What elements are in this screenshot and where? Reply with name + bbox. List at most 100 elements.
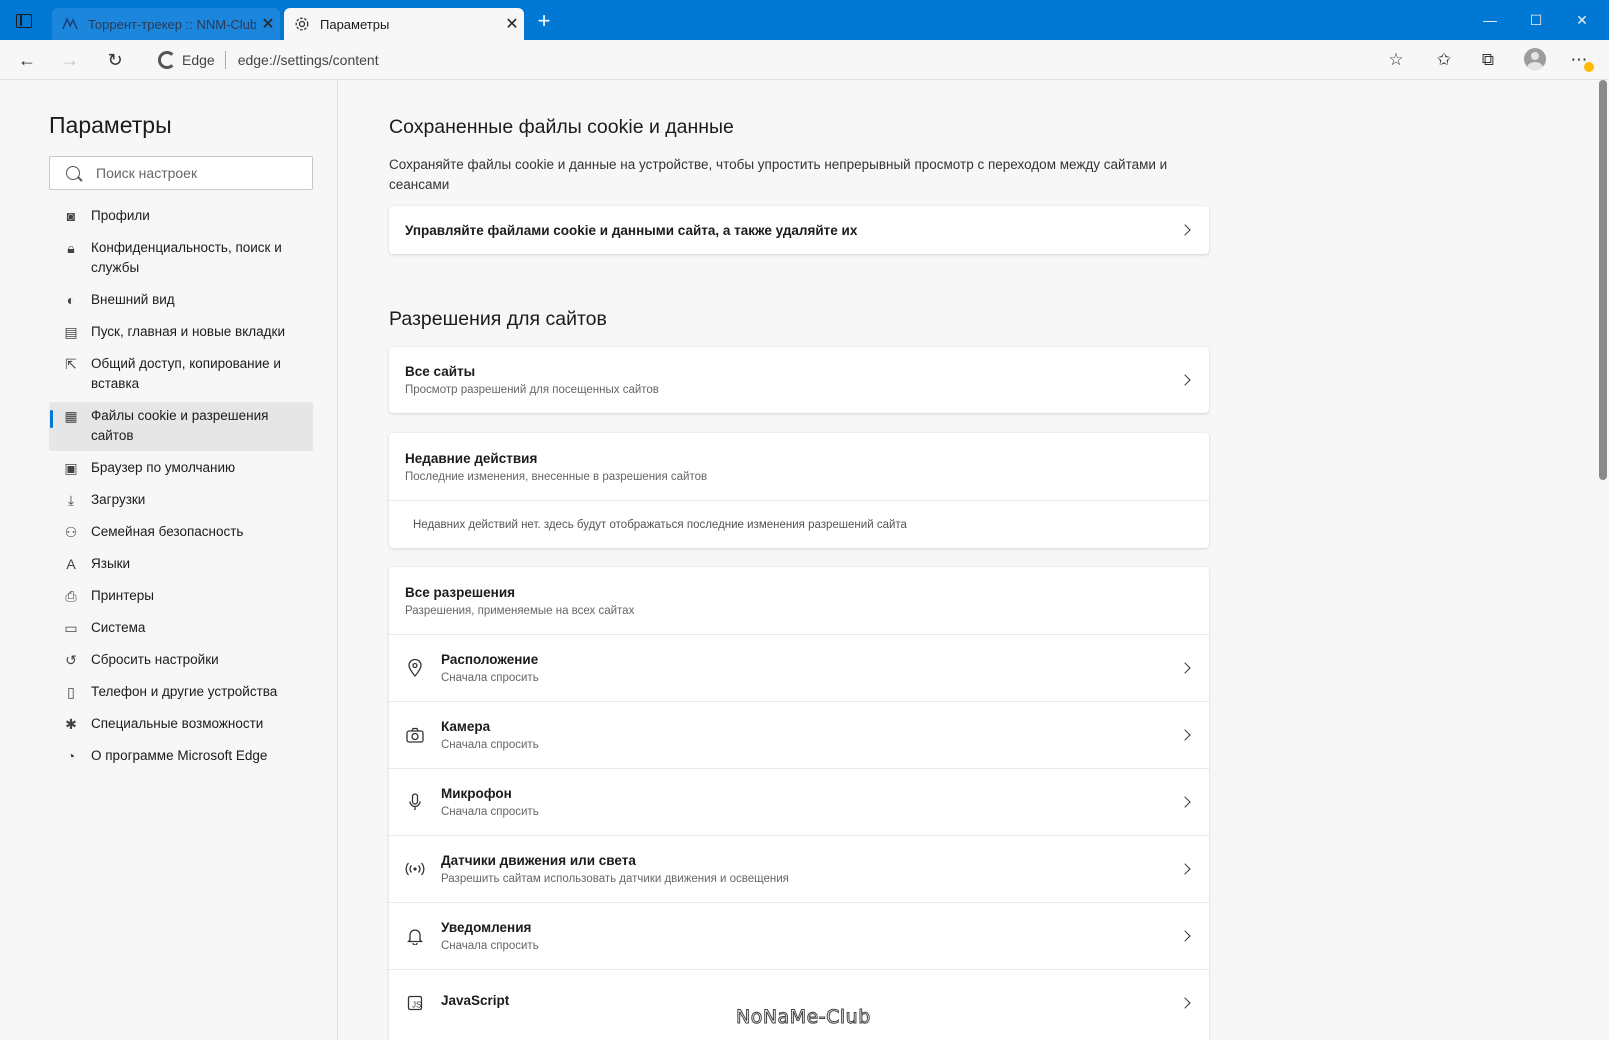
settings-search[interactable] [49,156,313,190]
sidebar-item-printers[interactable]: ⎙ Принтеры [49,582,313,611]
scrollbar-thumb[interactable] [1599,80,1607,480]
microphone-icon [405,792,425,812]
manage-cookies-row[interactable]: Управляйте файлами cookie и данными сайт… [389,206,1209,254]
sidebar-item-profiles[interactable]: ◙ Профили [49,202,313,231]
omnibox[interactable]: Edge edge://settings/content [146,45,1406,75]
lock-icon: 🔒︎ [67,240,75,256]
watermark: NoNaMe-Club [736,1006,871,1029]
forward-button[interactable]: → [56,46,84,74]
title-bar: Торрент-трекер :: NNM-Club ✕ Параметры ✕… [0,0,1609,40]
sidebar-item-privacy[interactable]: 🔒︎ Конфиденциальность, поиск и службы [49,234,313,283]
close-tab-icon[interactable]: ✕ [500,14,524,34]
back-button[interactable]: ← [13,46,41,74]
notification-badge [1584,62,1594,72]
sidebar-item-default-browser[interactable]: ▣ Браузер по умолчанию [49,454,313,483]
sidebar-item-accessibility[interactable]: ✱ Специальные возможности [49,710,313,739]
permission-subtitle: Сначала спросить [441,672,539,684]
location-icon [405,658,425,678]
phone-icon: ▯ [67,684,75,700]
permission-row-camera[interactable]: Камера Сначала спросить [389,701,1209,768]
permission-row-location[interactable]: Расположение Сначала спросить [389,634,1209,701]
collections-icon[interactable]: ⧉ [1474,46,1502,74]
divider [224,51,226,69]
cookies-section-description: Сохраняйте файлы cookie и данные на устр… [389,157,1168,192]
sidebar-item-label: Принтеры [91,588,154,603]
chevron-right-icon [1181,931,1191,941]
sidebar-item-label: Внешний вид [91,292,175,307]
sidebar-item-share-copy[interactable]: ⇱ Общий доступ, копирование и вставка [49,350,313,399]
sidebar-item-phone[interactable]: ▯ Телефон и другие устройства [49,678,313,707]
download-icon: ⤓ [67,492,75,508]
settings-sidebar: Параметры ◙ Профили 🔒︎ Конфиденциальност… [0,80,338,1040]
permission-row-sensors[interactable]: Датчики движения или света Разрешить сай… [389,835,1209,902]
cookie-permissions-icon: ▦ [64,408,78,424]
add-favorite-icon[interactable]: ☆ [1382,46,1410,74]
tab-settings[interactable]: Параметры ✕ [284,8,524,40]
permission-subtitle: Сначала спросить [441,940,539,952]
search-input[interactable] [96,165,296,181]
sidebar-item-label: Браузер по умолчанию [91,460,236,475]
sidebar-item-downloads[interactable]: ⤓ Загрузки [49,486,313,515]
family-icon: ⚇ [64,524,78,540]
sidebar-item-about[interactable]: ◔ О программе Microsoft Edge [49,742,313,771]
permissions-section-title: Разрешения для сайтов [389,308,607,330]
sidebar-item-label: Загрузки [91,492,146,507]
sidebar-item-languages[interactable]: A Языки [49,550,313,579]
close-tab-icon[interactable]: ✕ [256,14,280,34]
all-permissions-title: Все разрешения [405,584,515,600]
new-tab-button[interactable]: + [532,10,556,34]
palette-icon: ◐ [66,292,76,308]
sidebar-item-cookies-permissions[interactable]: ▦ Файлы cookie и разрешения сайтов [49,402,313,451]
permission-row-notifications[interactable]: Уведомления Сначала спросить [389,902,1209,969]
sidebar-item-label: Телефон и другие устройства [91,684,278,699]
sidebar-item-appearance[interactable]: ◐ Внешний вид [49,286,313,315]
all-permissions-header: Все разрешения Разрешения, применяемые н… [389,567,1209,634]
cookies-section-title: Сохраненные файлы cookie и данные [389,116,734,138]
all-sites-card[interactable]: Все сайты Просмотр разрешений для посеще… [389,347,1209,413]
permission-title: Камера [441,719,491,734]
sidebar-item-label: Языки [91,556,131,571]
recent-activity-empty-text: Недавних действий нет. здесь будут отобр… [413,518,907,531]
all-permissions-subtitle: Разрешения, применяемые на всех сайтах [405,604,635,617]
all-sites-row[interactable]: Все сайты Просмотр разрешений для посеще… [389,347,1209,413]
omnibox-brand: Edge [182,52,215,68]
tab-actions-icon[interactable] [16,14,32,28]
sidebar-title: Параметры [49,112,172,138]
close-window-button[interactable]: ✕ [1567,8,1597,32]
system-icon: ▭ [64,620,78,636]
recent-activity-subtitle: Последние изменения, внесенные в разреше… [405,470,708,483]
default-browser-icon: ▣ [64,460,78,476]
minimize-button[interactable]: — [1475,8,1505,32]
sidebar-nav: ◙ Профили 🔒︎ Конфиденциальность, поиск и… [49,202,313,774]
settings-content: Сохраненные файлы cookie и данные Сохран… [339,80,1597,1040]
manage-cookies-card[interactable]: Управляйте файлами cookie и данными сайт… [389,206,1209,254]
languages-icon: A [66,556,76,572]
sidebar-item-label: Общий доступ, копирование и вставка [91,356,281,391]
tab-title: Торрент-трекер :: NNM-Club [88,16,256,32]
manage-cookies-label: Управляйте файлами cookie и данными сайт… [405,222,858,238]
url-text[interactable]: edge://settings/content [238,52,379,68]
sidebar-item-reset[interactable]: ↺ Сбросить настройки [49,646,313,675]
permission-title: Микрофон [441,786,512,801]
sidebar-item-label: Файлы cookie и разрешения сайтов [91,408,269,443]
edge-logo-icon: ◔ [66,748,76,764]
sidebar-item-system[interactable]: ▭ Система [49,614,313,643]
chevron-right-icon [1181,864,1191,874]
maximize-button[interactable]: ☐ [1521,8,1551,32]
permission-title: JavaScript [441,993,510,1008]
permission-title: Уведомления [441,920,532,935]
sidebar-item-label: Конфиденциальность, поиск и службы [91,240,282,275]
refresh-button[interactable]: ↻ [101,46,129,74]
favorites-icon[interactable]: ✩ [1430,46,1458,74]
sidebar-item-family[interactable]: ⚇ Семейная безопасность [49,518,313,547]
sidebar-item-start-home[interactable]: ▤ Пуск, главная и новые вкладки [49,318,313,347]
tab-nnm-club[interactable]: Торрент-трекер :: NNM-Club ✕ [52,8,280,40]
recent-activity-title: Недавние действия [405,450,538,466]
search-icon [66,166,80,180]
camera-icon [405,725,425,745]
profile-avatar[interactable] [1524,48,1546,70]
reset-icon: ↺ [65,652,77,668]
edge-icon [158,51,176,69]
permission-row-microphone[interactable]: Микрофон Сначала спросить [389,768,1209,835]
permission-title: Датчики движения или света [441,853,636,868]
